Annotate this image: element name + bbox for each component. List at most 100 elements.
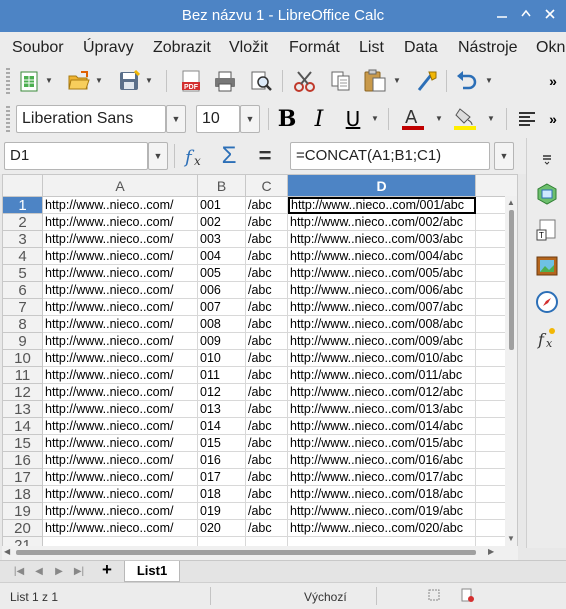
column-header-d[interactable]: D [288,175,476,197]
cell-b[interactable]: 001 [198,197,246,214]
navigator-icon[interactable] [533,288,561,316]
cell-c[interactable]: /abc [246,384,288,401]
cell-a[interactable]: http://www..nieco..com/ [43,520,198,537]
cell-c[interactable]: /abc [246,282,288,299]
functions-icon[interactable]: fx [533,324,561,352]
cell-d[interactable]: http://www..nieco..com/005/abc [288,265,476,282]
cell-a[interactable]: http://www..nieco..com/ [43,350,198,367]
menu-upravy[interactable]: Úpravy [83,39,134,57]
paste-dropdown-arrow[interactable]: ▼ [392,68,402,94]
cell-a[interactable]: http://www..nieco..com/ [43,282,198,299]
row-header[interactable]: 2 [3,214,43,231]
cell-b[interactable]: 020 [198,520,246,537]
formula-expand-button[interactable]: ▼ [494,142,514,170]
cell-d[interactable]: http://www..nieco..com/006/abc [288,282,476,299]
undo-icon[interactable] [454,68,480,94]
cell-d[interactable]: http://www..nieco..com/011/abc [288,367,476,384]
previous-sheet-icon[interactable]: ◀ [32,564,46,580]
last-sheet-icon[interactable]: ▶| [72,564,86,580]
cell-a[interactable]: http://www..nieco..com/ [43,231,198,248]
cell-b[interactable]: 015 [198,435,246,452]
scroll-right-icon[interactable]: ▶ [488,547,494,556]
properties-icon[interactable] [533,180,561,208]
bold-icon[interactable]: B [274,106,300,132]
column-header-c[interactable]: C [246,175,288,197]
font-size-dropdown[interactable]: ▼ [240,105,260,133]
name-box-dropdown[interactable]: ▼ [148,142,168,170]
first-sheet-icon[interactable]: |◀ [12,564,26,580]
copy-icon[interactable] [328,68,354,94]
open-folder-icon[interactable] [66,68,92,94]
minimize-icon[interactable] [492,6,512,26]
toolbar-grip[interactable] [6,106,10,132]
cell-b[interactable]: 017 [198,469,246,486]
print-preview-icon[interactable] [248,68,274,94]
row-header[interactable]: 20 [3,520,43,537]
row-header[interactable]: 8 [3,316,43,333]
sidebar-menu-icon[interactable] [533,144,561,172]
undo-dropdown-arrow[interactable]: ▼ [484,68,494,94]
cell-d[interactable]: http://www..nieco..com/015/abc [288,435,476,452]
cell-a[interactable]: http://www..nieco..com/ [43,333,198,350]
next-sheet-icon[interactable]: ▶ [52,564,66,580]
highlight-color-icon[interactable] [452,106,478,132]
page-style[interactable]: Výchozí [304,590,347,604]
save-icon[interactable] [116,68,142,94]
cell-d[interactable]: http://www..nieco..com/010/abc [288,350,476,367]
vertical-scrollbar[interactable]: ▲ ▼ [505,196,517,550]
cell-b[interactable]: 010 [198,350,246,367]
cell-c[interactable]: /abc [246,520,288,537]
row-header[interactable]: 4 [3,248,43,265]
cell-c[interactable]: /abc [246,197,288,214]
cell-d[interactable]: http://www..nieco..com/009/abc [288,333,476,350]
cell-b[interactable]: 012 [198,384,246,401]
row-header[interactable]: 18 [3,486,43,503]
cell-b[interactable]: 006 [198,282,246,299]
cell-b[interactable]: 013 [198,401,246,418]
cell-b[interactable]: 009 [198,333,246,350]
cell-b[interactable]: 008 [198,316,246,333]
cell-a[interactable]: http://www..nieco..com/ [43,265,198,282]
open-dropdown-arrow[interactable]: ▼ [94,68,104,94]
column-header-b[interactable]: B [198,175,246,197]
row-header[interactable]: 17 [3,469,43,486]
cell-b[interactable]: 002 [198,214,246,231]
print-icon[interactable] [212,68,238,94]
cell-a[interactable]: http://www..nieco..com/ [43,452,198,469]
new-spreadsheet-icon[interactable] [16,68,42,94]
toolbar-grip[interactable] [6,68,10,94]
cell-c[interactable]: /abc [246,231,288,248]
sheet-tab-list1[interactable]: List1 [124,561,180,582]
cell-d[interactable]: http://www..nieco..com/017/abc [288,469,476,486]
row-header[interactable]: 19 [3,503,43,520]
menu-soubor[interactable]: Soubor [12,39,64,57]
cell-b[interactable]: 018 [198,486,246,503]
cell-a[interactable]: http://www..nieco..com/ [43,503,198,520]
gallery-icon[interactable] [533,252,561,280]
cell-d[interactable]: http://www..nieco..com/003/abc [288,231,476,248]
cell-c[interactable]: /abc [246,350,288,367]
scroll-up-icon[interactable]: ▲ [507,198,515,207]
highlight-dropdown-arrow[interactable]: ▼ [486,106,496,132]
row-header[interactable]: 16 [3,452,43,469]
row-header[interactable]: 14 [3,418,43,435]
menu-data[interactable]: Data [404,39,438,57]
cell-c[interactable]: /abc [246,248,288,265]
cell-c[interactable]: /abc [246,214,288,231]
menu-list[interactable]: List [359,39,384,57]
row-header[interactable]: 11 [3,367,43,384]
toolbar-overflow-button[interactable]: » [540,68,566,94]
row-header[interactable]: 9 [3,333,43,350]
cell-a[interactable]: http://www..nieco..com/ [43,384,198,401]
row-header[interactable]: 15 [3,435,43,452]
formula-input[interactable]: =CONCAT(A1;B1;C1) [290,142,490,170]
function-wizard-icon[interactable]: fx [182,143,208,169]
italic-icon[interactable]: I [306,106,332,132]
cell-a[interactable]: http://www..nieco..com/ [43,469,198,486]
font-name-dropdown[interactable]: ▼ [166,105,186,133]
new-dropdown-arrow[interactable]: ▼ [44,68,54,94]
row-header[interactable]: 7 [3,299,43,316]
cell-c[interactable]: /abc [246,367,288,384]
cell-d[interactable]: http://www..nieco..com/020/abc [288,520,476,537]
selection-mode-icon[interactable] [428,589,440,604]
